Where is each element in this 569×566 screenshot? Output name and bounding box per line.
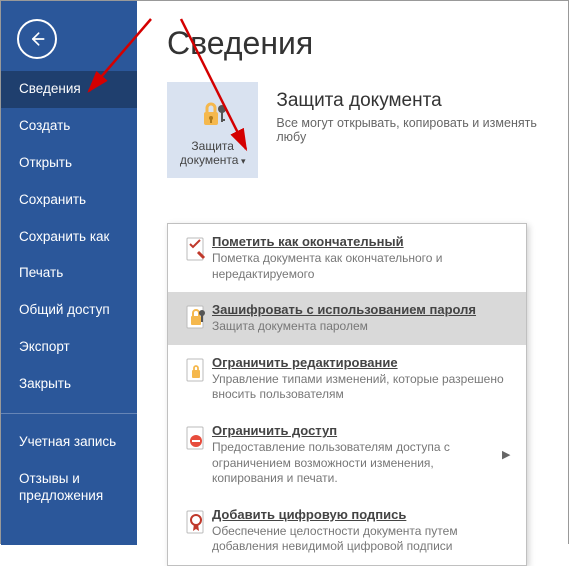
submenu-arrow-icon: ▶ [502,423,514,487]
main-panel: Сведения Защита документа ▾ Защита докум… [137,1,568,545]
nav-label: Общий доступ [19,302,110,317]
nav-separator [1,413,137,414]
backstage-sidebar: Сведения Создать Открыть Сохранить Сохра… [1,1,137,545]
nav-label: Экспорт [19,339,70,354]
nav-save-as[interactable]: Сохранить как [1,219,137,256]
dd-sub: Пометка документа как окончательного и н… [212,251,514,282]
nav-label: Сохранить как [19,229,109,244]
nav-export[interactable]: Экспорт [1,329,137,366]
nav-print[interactable]: Печать [1,255,137,292]
signature-icon [180,507,212,555]
nav-label: Сохранить [19,192,86,207]
dd-sub: Защита документа паролем [212,319,514,335]
protect-desc: Все могут открывать, копировать и изменя… [276,116,568,144]
mark-final-icon [180,234,212,282]
protect-button-label: Защита документа [180,139,239,167]
dd-encrypt-password[interactable]: Зашифровать с использованием пароля Защи… [168,292,526,345]
nav-new[interactable]: Создать [1,108,137,145]
back-button[interactable] [17,19,57,59]
protect-dropdown: Пометить как окончательный Пометка докум… [167,223,527,566]
dd-restrict-editing[interactable]: Ограничить редактирование Управление тип… [168,345,526,413]
dd-sub: Управление типами изменений, которые раз… [212,372,514,403]
protect-heading: Защита документа [276,90,568,112]
restrict-access-icon [180,423,212,487]
restrict-edit-icon [180,355,212,403]
nav-feedback[interactable]: Отзывы и предложения [1,461,137,515]
dd-title: Добавить цифровую подпись [212,507,514,522]
nav-save[interactable]: Сохранить [1,182,137,219]
nav-account[interactable]: Учетная запись [1,424,137,461]
dd-title: Ограничить редактирование [212,355,514,370]
dd-mark-final[interactable]: Пометить как окончательный Пометка докум… [168,224,526,292]
nav-label: Печать [19,265,63,280]
dd-restrict-access[interactable]: Ограничить доступ Предоставление пользов… [168,413,526,497]
nav-open[interactable]: Открыть [1,145,137,182]
nav-label: Отзывы и предложения [19,471,103,503]
back-arrow-icon [27,29,47,49]
nav-close[interactable]: Закрыть [1,366,137,403]
nav-label: Учетная запись [19,434,116,449]
protect-document-button[interactable]: Защита документа ▾ [167,82,258,178]
dd-sub: Обеспечение целостности документа путем … [212,524,514,555]
dd-title: Ограничить доступ [212,423,502,438]
protect-info: Защита документа Все могут открывать, ко… [258,82,568,144]
nav-share[interactable]: Общий доступ [1,292,137,329]
nav-label: Создать [19,118,70,133]
dd-digital-signature[interactable]: Добавить цифровую подпись Обеспечение це… [168,497,526,565]
protect-section: Защита документа ▾ Защита документа Все … [137,82,568,178]
dropdown-caret-icon: ▾ [238,156,245,166]
encrypt-icon [180,302,212,335]
nav-info[interactable]: Сведения [1,71,137,108]
page-title: Сведения [137,1,568,82]
dd-title: Пометить как окончательный [212,234,514,249]
nav-label: Открыть [19,155,72,170]
dd-sub: Предоставление пользователям доступа с о… [212,440,502,487]
dd-title: Зашифровать с использованием пароля [212,302,514,317]
nav-label: Сведения [19,81,81,96]
nav-label: Закрыть [19,376,71,391]
lock-key-icon [171,94,254,134]
